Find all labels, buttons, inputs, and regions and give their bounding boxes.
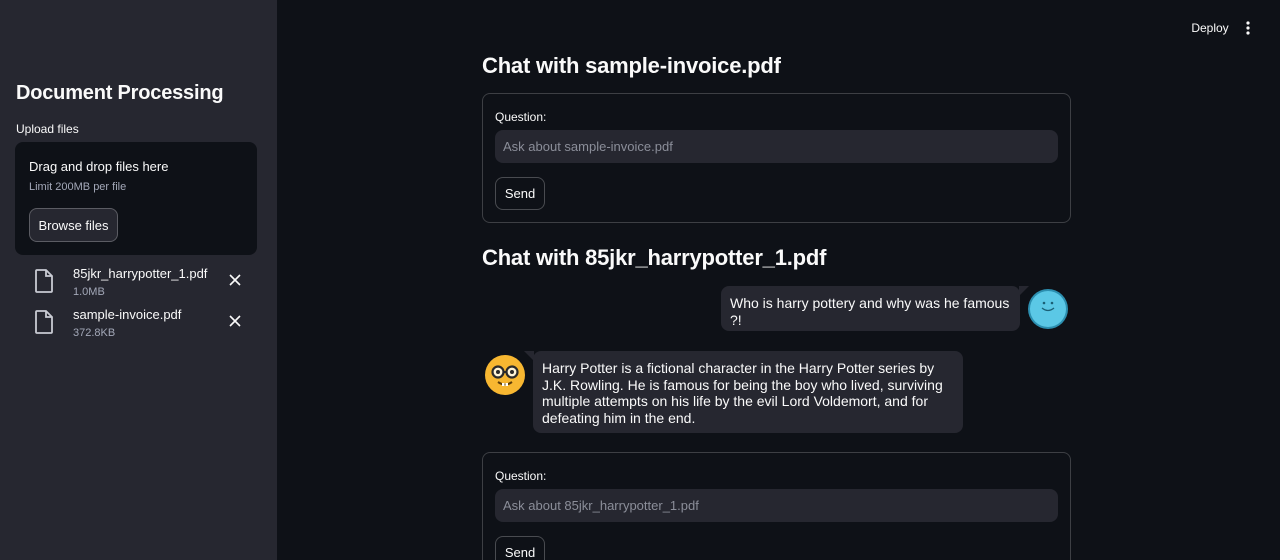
file-icon: [33, 268, 55, 294]
dropzone-title: Drag and drop files here: [29, 159, 169, 174]
user-message: Who is harry pottery and why was he famo…: [721, 286, 1029, 331]
send-button[interactable]: Send: [495, 177, 545, 210]
file-size: 372.8KB: [73, 327, 116, 339]
chat-title: Chat with 85jkr_harrypotter_1.pdf: [482, 245, 827, 270]
chat-title: Chat with sample-invoice.pdf: [482, 53, 781, 78]
question-label: Question:: [495, 110, 547, 124]
file-dropzone[interactable]: Drag and drop files here Limit 200MB per…: [15, 142, 257, 255]
assistant-message: Harry Potter is a fictional character in…: [524, 351, 963, 433]
close-icon[interactable]: [227, 313, 243, 329]
file-icon: [33, 309, 55, 335]
file-name: 85jkr_harrypotter_1.pdf: [73, 266, 208, 281]
uploaded-file-item: sample-invoice.pdf 372.8KB: [33, 307, 253, 343]
nerd-face-avatar-icon: [484, 354, 526, 396]
file-name: sample-invoice.pdf: [73, 307, 182, 322]
sidebar: Document Processing Upload files Drag an…: [0, 0, 277, 560]
smiley-avatar-icon: [1027, 288, 1069, 330]
question-label: Question:: [495, 469, 547, 483]
question-form: Question: Send: [482, 93, 1071, 223]
upload-label: Upload files: [16, 122, 79, 136]
send-button[interactable]: Send: [495, 536, 545, 560]
browse-files-button[interactable]: Browse files: [29, 208, 118, 242]
question-input[interactable]: [495, 489, 1058, 522]
file-size: 1.0MB: [73, 286, 105, 298]
sidebar-title: Document Processing: [16, 82, 224, 104]
dropzone-limit: Limit 200MB per file: [29, 181, 127, 193]
more-vertical-icon[interactable]: [1240, 16, 1256, 40]
question-form: Question: Send: [482, 452, 1071, 560]
deploy-button[interactable]: Deploy: [1183, 16, 1237, 40]
close-icon[interactable]: [227, 272, 243, 288]
app-root: Document Processing Upload files Drag an…: [0, 0, 1280, 560]
uploaded-file-item: 85jkr_harrypotter_1.pdf 1.0MB: [33, 266, 253, 302]
question-input[interactable]: [495, 130, 1058, 163]
